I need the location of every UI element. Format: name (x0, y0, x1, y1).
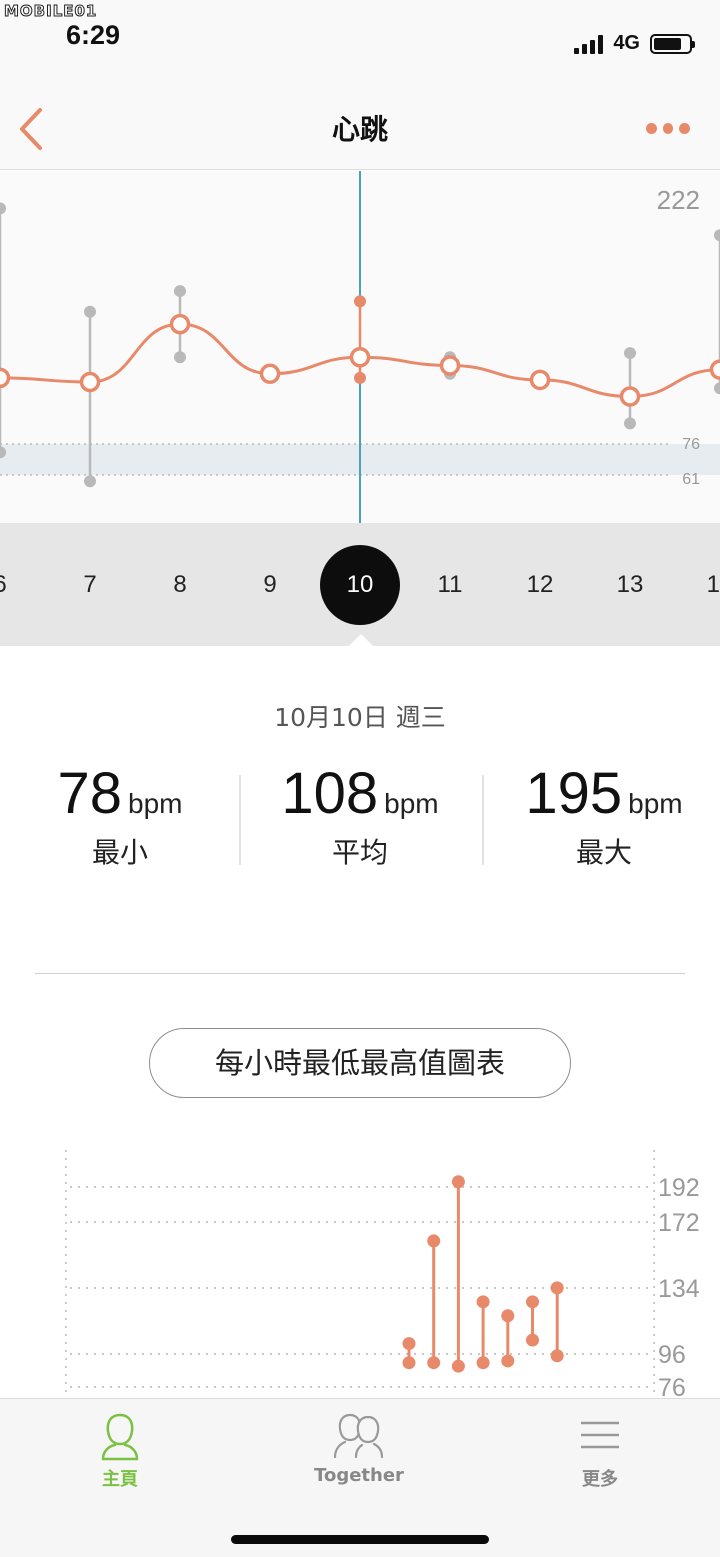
hour-max-dot (451, 1175, 465, 1189)
stat-label: 最小 (91, 836, 148, 869)
status-bar: MOBILE01 6:29 4G (0, 0, 720, 90)
watermark: MOBILE01 (3, 2, 98, 21)
hour-max-dot (501, 1309, 515, 1323)
more-button[interactable] (646, 118, 691, 138)
daily-chart-svg: 76 61 222 (0, 171, 720, 523)
average-point (259, 363, 281, 384)
stat-unit: bpm (384, 788, 439, 819)
battery-icon (650, 33, 695, 54)
nav-bar: 心跳 (0, 90, 720, 170)
stat-min: 78 bpm 最小 (0, 760, 240, 871)
hour-min-dot (550, 1349, 564, 1363)
home-indicator (231, 1535, 489, 1544)
range-max-dot (624, 347, 636, 360)
tab-label: Together (314, 1465, 404, 1486)
date-item[interactable]: 11 (410, 545, 490, 625)
stat-value: 195 (525, 761, 623, 826)
hour-max-dot (402, 1337, 416, 1351)
average-point (169, 313, 191, 335)
status-time: 6:29 (66, 20, 121, 50)
ellipsis-icon (646, 122, 657, 134)
range-min-dot (714, 382, 720, 395)
stat-label: 平均 (331, 836, 388, 869)
tab-together[interactable]: Together (279, 1411, 439, 1486)
hourly-chart-svg: 192 172 134 96 76 (65, 1150, 700, 1398)
daily-heart-rate-chart[interactable]: 76 61 222 (0, 171, 720, 523)
stat-avg: 108 bpm 平均 (240, 760, 480, 871)
stat-value: 108 (281, 761, 379, 826)
people-icon (333, 1413, 384, 1459)
date-item[interactable]: 7 (50, 545, 130, 625)
signal-icon (574, 34, 604, 54)
stat-unit: bpm (128, 788, 183, 819)
hour-min-dot (402, 1356, 416, 1370)
ref-label: 61 (682, 471, 700, 488)
hourly-range-chart: 192 172 134 96 76 (0, 1140, 720, 1398)
average-point (619, 386, 641, 407)
ref-label: 76 (682, 436, 700, 453)
hourly-chart-button[interactable]: 每小時最低最高值圖表 (149, 1028, 571, 1098)
date-item[interactable]: 10 (320, 545, 400, 625)
y-tick-label: 172 (658, 1209, 700, 1237)
date-strip[interactable]: 67891011121314 (0, 523, 720, 646)
average-point (439, 355, 461, 376)
hour-max-dot (427, 1234, 441, 1248)
average-point (709, 359, 720, 380)
network-type: 4G (613, 32, 640, 54)
y-tick-label: 96 (658, 1341, 686, 1369)
stat-unit: bpm (628, 788, 683, 819)
status-icons: 4G (574, 32, 695, 55)
range-min-dot (84, 475, 96, 488)
person-icon (101, 1413, 139, 1461)
range-max-dot (84, 305, 96, 318)
date-item[interactable]: 13 (590, 545, 670, 625)
range-min-dot (174, 351, 186, 364)
stat-label: 最大 (575, 836, 632, 869)
average-point (349, 346, 371, 368)
hour-min-dot (451, 1359, 465, 1373)
tab-label: 主頁 (102, 1469, 138, 1490)
range-max-dot (354, 295, 366, 308)
hour-max-dot (476, 1295, 490, 1309)
y-tick-label: 76 (658, 1374, 686, 1398)
date-item[interactable]: 6 (0, 545, 40, 625)
average-point (79, 371, 101, 393)
date-item[interactable]: 9 (230, 545, 310, 625)
range-max-dot (0, 202, 6, 215)
tab-label: 更多 (582, 1469, 618, 1490)
page-title: 心跳 (331, 113, 388, 146)
date-item[interactable]: 12 (500, 545, 580, 625)
hour-max-dot (550, 1281, 564, 1295)
range-min-dot (624, 417, 636, 430)
hour-min-dot (476, 1356, 490, 1370)
selection-pointer (349, 634, 373, 646)
date-item[interactable]: 8 (140, 545, 220, 625)
range-min-dot (354, 371, 366, 384)
selected-date: 10月10日 週三 (274, 703, 446, 732)
hour-min-dot (427, 1356, 441, 1370)
average-point (529, 369, 551, 391)
tab-bar: 主頁 Together 更多 (0, 1398, 720, 1557)
hour-max-dot (526, 1295, 539, 1309)
average-point (0, 367, 11, 389)
date-item[interactable]: 14 (680, 545, 720, 625)
range-max-dot (174, 285, 186, 298)
tab-home[interactable]: 主頁 (40, 1411, 200, 1491)
stat-value: 78 (57, 761, 123, 826)
menu-icon (581, 1421, 619, 1449)
y-tick-label: 134 (658, 1275, 700, 1303)
section-divider (35, 973, 685, 974)
tab-more[interactable]: 更多 (520, 1411, 680, 1491)
range-max-dot (714, 229, 720, 242)
hour-min-dot (526, 1333, 539, 1347)
stat-max: 195 bpm 最大 (484, 760, 720, 871)
y-tick-label: 192 (658, 1174, 700, 1202)
top-value-label: 222 (657, 185, 700, 215)
hour-min-dot (501, 1354, 515, 1368)
